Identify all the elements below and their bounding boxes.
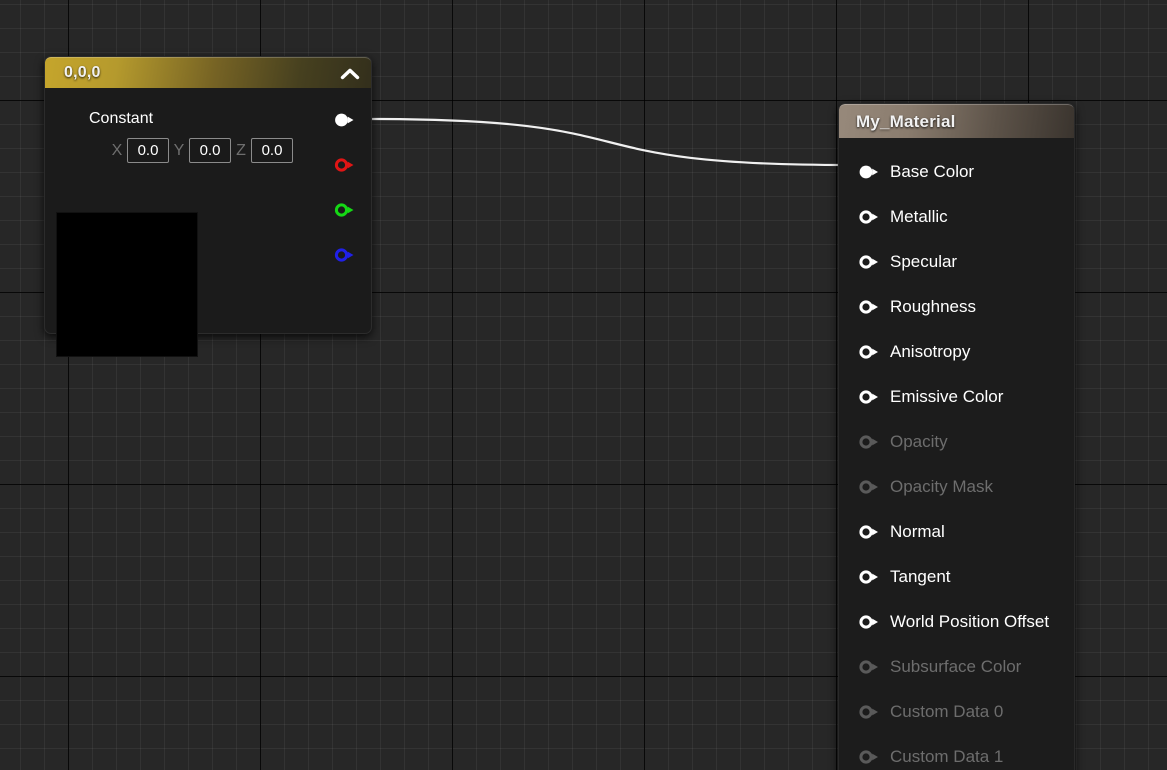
material-input-label: Tangent [890, 566, 951, 586]
material-input-row[interactable]: Emissive Color [839, 374, 1074, 419]
constant-vector-node[interactable]: 0,0,0 Constant X 0.0 Y 0.0 Z 0.0 [44, 56, 372, 357]
material-input-label: Opacity Mask [890, 476, 993, 496]
constant-node-title: 0,0,0 [64, 64, 101, 81]
axis-label-y: Y [173, 141, 185, 159]
base-color-input-pin[interactable] [858, 164, 879, 180]
rgb-to-base-color-wire [368, 117, 850, 167]
material-input-row[interactable]: Opacity Mask [839, 464, 1074, 509]
g-output-pin[interactable] [334, 202, 355, 218]
rgb-output-pin[interactable] [334, 112, 355, 128]
specular-input-pin[interactable] [858, 254, 879, 270]
material-input-row[interactable]: Subsurface Color [839, 644, 1074, 689]
material-input-list: Base Color Metallic Specular Roughness A… [839, 138, 1074, 770]
custom-data-1-input-pin[interactable] [858, 749, 879, 765]
r-output-pin[interactable] [334, 157, 355, 173]
material-input-row[interactable]: Anisotropy [839, 329, 1074, 374]
constant-label: Constant [89, 110, 154, 127]
roughness-input-pin[interactable] [858, 299, 879, 315]
y-value-input[interactable]: 0.0 [189, 138, 231, 163]
material-input-label: Base Color [890, 161, 975, 181]
material-graph-canvas[interactable]: 0,0,0 Constant X 0.0 Y 0.0 Z 0.0 My_Mate… [0, 0, 1167, 770]
material-input-label: Specular [890, 251, 958, 271]
material-input-row[interactable]: Specular [839, 239, 1074, 284]
anisotropy-input-pin[interactable] [858, 344, 879, 360]
material-input-label: Roughness [890, 296, 977, 316]
material-input-row[interactable]: Custom Data 0 [839, 689, 1074, 734]
material-input-label: Metallic [890, 206, 948, 226]
material-input-row[interactable]: World Position Offset [839, 599, 1074, 644]
metallic-input-pin[interactable] [858, 209, 879, 225]
material-input-row[interactable]: Opacity [839, 419, 1074, 464]
material-node-header[interactable]: My_Material [839, 104, 1074, 138]
material-input-label: Anisotropy [890, 341, 971, 361]
material-input-label: Custom Data 1 [890, 746, 1004, 766]
material-input-row[interactable]: Metallic [839, 194, 1074, 239]
z-value-input[interactable]: 0.0 [251, 138, 293, 163]
b-output-pin[interactable] [334, 247, 355, 263]
material-output-node[interactable]: My_Material Base Color Metallic Specular… [838, 103, 1075, 770]
material-input-label: Custom Data 0 [890, 701, 1004, 721]
world-position-offset-input-pin[interactable] [858, 614, 879, 630]
custom-data-0-input-pin[interactable] [858, 704, 879, 720]
material-input-row[interactable]: Normal [839, 509, 1074, 554]
emissive-color-input-pin[interactable] [858, 389, 879, 405]
x-value-input[interactable]: 0.0 [127, 138, 169, 163]
material-input-label: World Position Offset [890, 611, 1050, 631]
axis-label-x: X [111, 141, 123, 159]
opacity-input-pin[interactable] [858, 434, 879, 450]
material-input-label: Emissive Color [890, 386, 1004, 406]
material-input-label: Normal [890, 521, 945, 541]
opacity-mask-input-pin[interactable] [858, 479, 879, 495]
material-input-row[interactable]: Roughness [839, 284, 1074, 329]
tangent-input-pin[interactable] [858, 569, 879, 585]
material-input-label: Subsurface Color [890, 656, 1022, 676]
material-input-row[interactable]: Tangent [839, 554, 1074, 599]
material-input-row[interactable]: Custom Data 1 [839, 734, 1074, 770]
subsurface-color-input-pin[interactable] [858, 659, 879, 675]
constant-node-header[interactable]: 0,0,0 [45, 57, 371, 88]
xyz-input-row: X 0.0 Y 0.0 Z 0.0 [107, 138, 293, 163]
axis-label-z: Z [236, 141, 246, 159]
chevron-up-icon[interactable] [339, 62, 361, 84]
normal-input-pin[interactable] [858, 524, 879, 540]
material-input-label: Opacity [890, 431, 948, 451]
material-input-row[interactable]: Base Color [839, 149, 1074, 194]
material-node-title: My_Material [856, 111, 956, 131]
color-preview-swatch[interactable] [56, 212, 198, 357]
